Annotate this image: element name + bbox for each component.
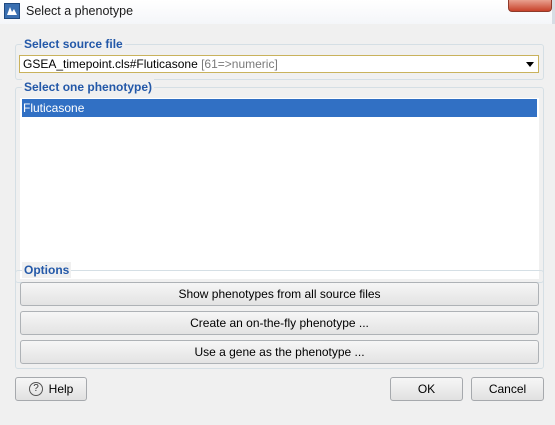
source-file-group-label: Select source file (22, 36, 125, 52)
gene-phenotype-button[interactable]: Use a gene as the phenotype ... (20, 340, 539, 364)
help-button-label: Help (48, 382, 74, 396)
dialog-content: Select source file GSEA_timepoint.cls#Fl… (0, 24, 555, 425)
options-group-label: Options (22, 262, 72, 278)
combo-hint: [61=>numeric] (201, 57, 278, 71)
combo-value: GSEA_timepoint.cls#Fluticasone (23, 57, 198, 71)
dialog-window: Select a phenotype Select source file GS… (0, 0, 555, 425)
cancel-button[interactable]: Cancel (471, 377, 544, 401)
window-title: Select a phenotype (26, 4, 134, 18)
title-bar[interactable]: Select a phenotype (0, 0, 555, 25)
show-all-phenotypes-button[interactable]: Show phenotypes from all source files (20, 282, 539, 306)
dropdown-arrow-icon[interactable] (526, 62, 534, 67)
app-icon (4, 3, 20, 19)
close-button[interactable] (508, 0, 552, 12)
source-file-combobox[interactable]: GSEA_timepoint.cls#Fluticasone [61=>nume… (19, 55, 539, 73)
phenotype-group-label: Select one phenotype) (22, 79, 155, 95)
create-phenotype-button[interactable]: Create an on-the-fly phenotype ... (20, 311, 539, 335)
help-icon: ? (29, 382, 43, 396)
help-button[interactable]: ? Help (15, 377, 87, 401)
ok-button[interactable]: OK (390, 377, 463, 401)
list-item[interactable]: Fluticasone (22, 99, 537, 117)
phenotype-list[interactable]: Fluticasone (20, 98, 539, 279)
